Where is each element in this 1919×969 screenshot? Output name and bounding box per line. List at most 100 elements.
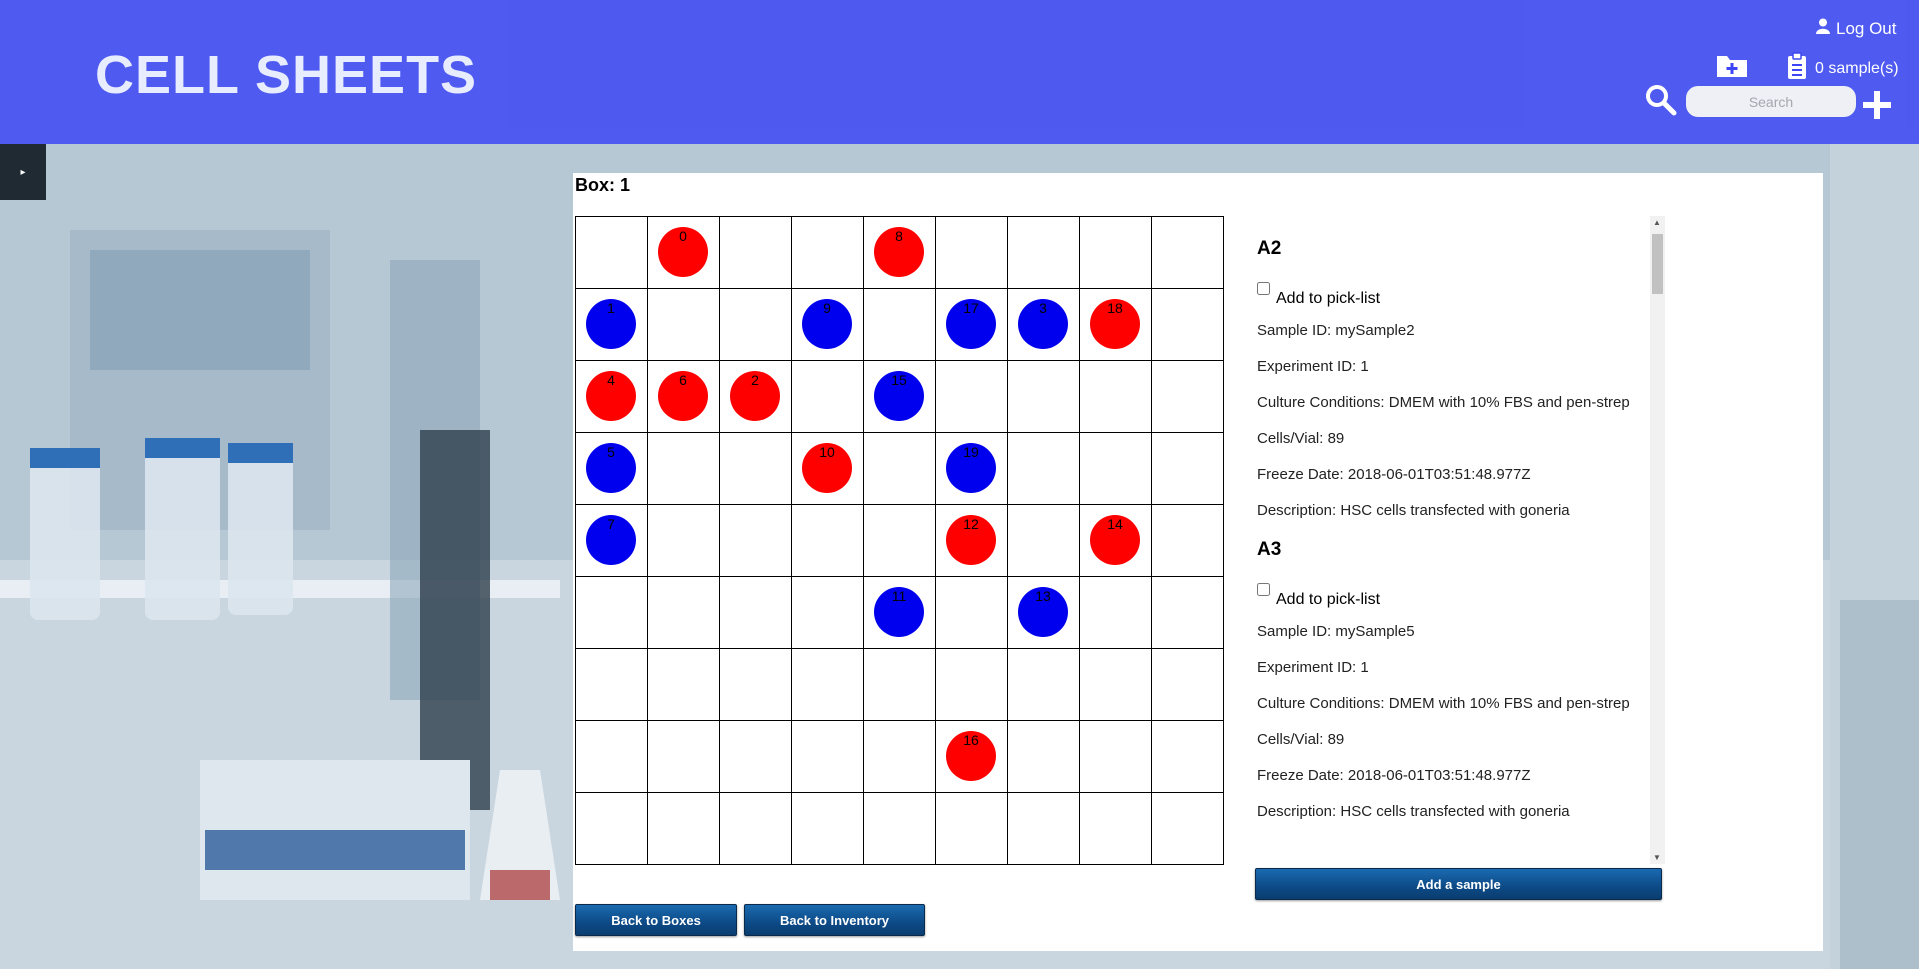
- box-cell[interactable]: [1080, 793, 1152, 865]
- box-cell[interactable]: 10: [792, 433, 864, 505]
- box-cell[interactable]: [720, 433, 792, 505]
- box-cell[interactable]: [1008, 361, 1080, 433]
- vial-blue[interactable]: 5: [586, 443, 636, 493]
- box-cell[interactable]: [1152, 793, 1224, 865]
- vial-blue[interactable]: 7: [586, 515, 636, 565]
- box-cell[interactable]: [792, 361, 864, 433]
- box-cell[interactable]: [720, 289, 792, 361]
- box-cell[interactable]: [576, 721, 648, 793]
- box-cell[interactable]: [1008, 505, 1080, 577]
- scroll-down-arrow-icon[interactable]: ▼: [1653, 853, 1661, 862]
- box-cell[interactable]: 11: [864, 577, 936, 649]
- box-cell[interactable]: [1080, 577, 1152, 649]
- vial-red[interactable]: 8: [874, 227, 924, 277]
- vial-blue[interactable]: 19: [946, 443, 996, 493]
- vial-blue[interactable]: 13: [1018, 587, 1068, 637]
- box-cell[interactable]: [720, 721, 792, 793]
- box-cell[interactable]: [720, 649, 792, 721]
- box-cell[interactable]: [1080, 721, 1152, 793]
- scroll-up-arrow-icon[interactable]: ▲: [1653, 218, 1661, 227]
- box-cell[interactable]: [1152, 217, 1224, 289]
- vial-red[interactable]: 6: [658, 371, 708, 421]
- box-cell[interactable]: [1008, 217, 1080, 289]
- pick-list-checkbox[interactable]: [1257, 282, 1270, 295]
- box-cell[interactable]: [1008, 433, 1080, 505]
- box-cell[interactable]: [720, 217, 792, 289]
- box-cell[interactable]: [1152, 361, 1224, 433]
- back-to-inventory-button[interactable]: Back to Inventory: [744, 904, 925, 936]
- pick-list-option[interactable]: Add to pick-list: [1257, 583, 1663, 608]
- box-cell[interactable]: [720, 505, 792, 577]
- pick-list-counter[interactable]: 0 sample(s): [1787, 52, 1899, 85]
- add-sample-button[interactable]: Add a sample: [1255, 868, 1662, 900]
- box-cell[interactable]: [1152, 577, 1224, 649]
- box-cell[interactable]: [720, 793, 792, 865]
- box-cell[interactable]: 3: [1008, 289, 1080, 361]
- box-cell[interactable]: [792, 505, 864, 577]
- back-to-boxes-button[interactable]: Back to Boxes: [575, 904, 737, 936]
- box-cell[interactable]: [576, 217, 648, 289]
- add-folder-icon[interactable]: [1716, 52, 1748, 83]
- box-cell[interactable]: [648, 649, 720, 721]
- box-cell[interactable]: 12: [936, 505, 1008, 577]
- vial-blue[interactable]: 17: [946, 299, 996, 349]
- box-cell[interactable]: [1008, 721, 1080, 793]
- box-cell[interactable]: 18: [1080, 289, 1152, 361]
- box-cell[interactable]: [936, 649, 1008, 721]
- box-cell[interactable]: [1152, 433, 1224, 505]
- logout-link[interactable]: Log Out: [1816, 18, 1897, 39]
- vial-red[interactable]: 0: [658, 227, 708, 277]
- sample-details-list[interactable]: A2 Add to pick-list Sample ID: mySample2 Ex…: [1253, 216, 1663, 864]
- box-cell[interactable]: 5: [576, 433, 648, 505]
- box-cell[interactable]: 15: [864, 361, 936, 433]
- details-scrollbar[interactable]: ▲ ▼: [1650, 216, 1665, 864]
- box-cell[interactable]: 2: [720, 361, 792, 433]
- box-cell[interactable]: [792, 577, 864, 649]
- pick-list-option[interactable]: Add to pick-list: [1257, 282, 1663, 307]
- scroll-thumb[interactable]: [1652, 234, 1663, 294]
- box-cell[interactable]: 13: [1008, 577, 1080, 649]
- box-cell[interactable]: [1152, 721, 1224, 793]
- box-cell[interactable]: [576, 793, 648, 865]
- box-cell[interactable]: [648, 289, 720, 361]
- box-cell[interactable]: 0: [648, 217, 720, 289]
- vial-blue[interactable]: 1: [586, 299, 636, 349]
- box-cell[interactable]: [936, 793, 1008, 865]
- box-cell[interactable]: [792, 217, 864, 289]
- box-cell[interactable]: [936, 577, 1008, 649]
- box-cell[interactable]: 9: [792, 289, 864, 361]
- box-cell[interactable]: 14: [1080, 505, 1152, 577]
- box-cell[interactable]: [864, 721, 936, 793]
- box-cell[interactable]: [864, 793, 936, 865]
- vial-red[interactable]: 18: [1090, 299, 1140, 349]
- vial-red[interactable]: 14: [1090, 515, 1140, 565]
- box-cell[interactable]: [1080, 361, 1152, 433]
- box-cell[interactable]: 6: [648, 361, 720, 433]
- vial-blue[interactable]: 15: [874, 371, 924, 421]
- box-cell[interactable]: [1152, 649, 1224, 721]
- box-cell[interactable]: 7: [576, 505, 648, 577]
- box-cell[interactable]: 4: [576, 361, 648, 433]
- box-cell[interactable]: 8: [864, 217, 936, 289]
- vial-blue[interactable]: 11: [874, 587, 924, 637]
- vial-blue[interactable]: 3: [1018, 299, 1068, 349]
- search-icon[interactable]: [1645, 84, 1677, 121]
- box-cell[interactable]: [936, 361, 1008, 433]
- box-cell[interactable]: [648, 577, 720, 649]
- box-cell[interactable]: [1080, 217, 1152, 289]
- box-cell[interactable]: 16: [936, 721, 1008, 793]
- box-cell[interactable]: [792, 721, 864, 793]
- box-cell[interactable]: [1080, 433, 1152, 505]
- vial-red[interactable]: 12: [946, 515, 996, 565]
- box-cell[interactable]: 17: [936, 289, 1008, 361]
- pick-list-checkbox[interactable]: [1257, 583, 1270, 596]
- box-cell[interactable]: [1008, 793, 1080, 865]
- box-cell[interactable]: [864, 649, 936, 721]
- box-cell[interactable]: [648, 505, 720, 577]
- box-cell[interactable]: [576, 649, 648, 721]
- vial-red[interactable]: 10: [802, 443, 852, 493]
- sidebar-toggle[interactable]: ▸: [0, 144, 46, 200]
- box-cell[interactable]: [576, 577, 648, 649]
- box-cell[interactable]: [648, 721, 720, 793]
- box-cell[interactable]: [648, 793, 720, 865]
